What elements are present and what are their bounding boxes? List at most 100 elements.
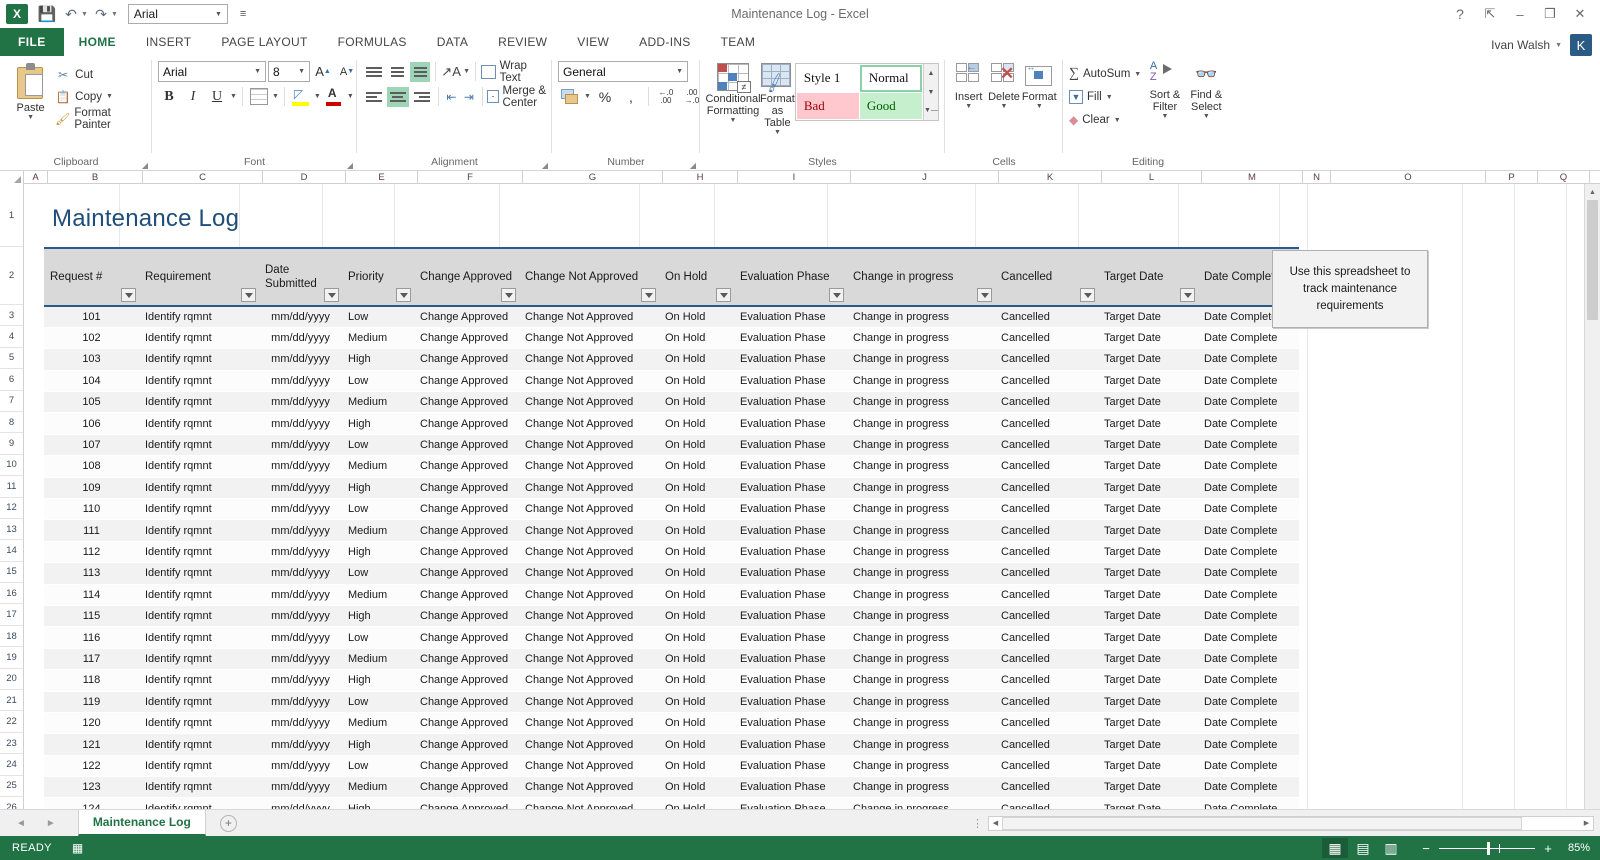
row-header-16[interactable]: 16 <box>0 583 23 604</box>
cell-on-hold[interactable]: On Hold <box>659 413 734 434</box>
page-layout-view-button[interactable]: ▤ <box>1350 838 1376 858</box>
cell-priority[interactable]: Medium <box>342 712 414 733</box>
cell-evaluation-phase[interactable]: Evaluation Phase <box>734 370 847 391</box>
horizontal-scroll-thumb[interactable] <box>1002 817 1522 830</box>
cell-priority[interactable]: High <box>342 541 414 562</box>
cut-button[interactable]: ✂ Cut <box>55 65 146 84</box>
vertical-scroll-thumb[interactable] <box>1587 200 1598 320</box>
cell-requirement[interactable]: Identify rqmnt <box>139 392 259 413</box>
cell-change-not-approved[interactable]: Change Not Approved <box>519 456 659 477</box>
cell-target-date[interactable]: Target Date <box>1098 798 1198 809</box>
cell-change-in-progress[interactable]: Change in progress <box>847 434 995 455</box>
table-row[interactable]: 104Identify rqmntmm/dd/yyyyLowChange App… <box>44 370 1299 391</box>
chevron-down-icon[interactable]: ▼ <box>106 93 113 100</box>
cell-change-not-approved[interactable]: Change Not Approved <box>519 413 659 434</box>
cell-request-id[interactable]: 102 <box>44 327 139 348</box>
cell-on-hold[interactable]: On Hold <box>659 755 734 776</box>
select-all-corner-button[interactable] <box>0 171 24 184</box>
underline-button[interactable]: U <box>206 86 228 107</box>
cell-date-submitted[interactable]: mm/dd/yyyy <box>259 499 342 520</box>
align-top-button[interactable] <box>363 62 385 82</box>
column-header-E[interactable]: E <box>346 171 418 184</box>
cell-change-not-approved[interactable]: Change Not Approved <box>519 349 659 370</box>
cell-target-date[interactable]: Target Date <box>1098 392 1198 413</box>
cell-style-good[interactable]: Good <box>860 93 922 120</box>
cell-change-in-progress[interactable]: Change in progress <box>847 563 995 584</box>
cell-date-submitted[interactable]: mm/dd/yyyy <box>259 670 342 691</box>
table-row[interactable]: 122Identify rqmntmm/dd/yyyyLowChange App… <box>44 755 1299 776</box>
number-dialog-launcher-icon[interactable]: ◢ <box>690 161 696 170</box>
align-left-button[interactable] <box>363 87 385 107</box>
zoom-out-button[interactable]: − <box>1420 841 1432 856</box>
fill-color-dropdown-icon[interactable]: ▼ <box>314 93 321 100</box>
cell-date-complete[interactable]: Date Complete <box>1198 541 1299 562</box>
cell-request-id[interactable]: 119 <box>44 691 139 712</box>
cell-priority[interactable]: Low <box>342 627 414 648</box>
macro-record-icon[interactable]: ▦ <box>72 841 83 855</box>
cell-on-hold[interactable]: On Hold <box>659 434 734 455</box>
cell-change-approved[interactable]: Change Approved <box>414 434 519 455</box>
filter-dropdown-button[interactable] <box>977 288 992 302</box>
column-header-P[interactable]: P <box>1486 171 1538 184</box>
cell-request-id[interactable]: 105 <box>44 392 139 413</box>
orientation-dropdown-icon[interactable]: ▼ <box>463 68 470 75</box>
cell-target-date[interactable]: Target Date <box>1098 755 1198 776</box>
cell-priority[interactable]: High <box>342 798 414 809</box>
cell-request-id[interactable]: 115 <box>44 605 139 626</box>
row-header-12[interactable]: 12 <box>0 498 23 519</box>
cell-on-hold[interactable]: On Hold <box>659 477 734 498</box>
cell-target-date[interactable]: Target Date <box>1098 499 1198 520</box>
row-header-18[interactable]: 18 <box>0 626 23 647</box>
conditional-formatting-button[interactable]: ≠ Conditional Formatting ▼ <box>706 61 760 124</box>
cell-priority[interactable]: Low <box>342 755 414 776</box>
restore-icon[interactable]: ❒ <box>1536 3 1564 25</box>
delete-cells-button[interactable]: ✕ Delete ▼ <box>986 61 1021 110</box>
cell-target-date[interactable]: Target Date <box>1098 691 1198 712</box>
cell-change-approved[interactable]: Change Approved <box>414 798 519 809</box>
cell-styles-gallery[interactable]: Style 1 Normal Bad Good ▲ ▼ ▼— <box>795 63 939 121</box>
cell-cancelled[interactable]: Cancelled <box>995 712 1098 733</box>
cell-priority[interactable]: High <box>342 413 414 434</box>
cell-evaluation-phase[interactable]: Evaluation Phase <box>734 798 847 809</box>
cell-request-id[interactable]: 103 <box>44 349 139 370</box>
undo-icon[interactable]: ↶ <box>60 3 82 25</box>
chevron-down-icon[interactable]: ▼ <box>298 68 305 75</box>
cell-evaluation-phase[interactable]: Evaluation Phase <box>734 520 847 541</box>
add-sheet-icon[interactable]: + <box>220 815 237 832</box>
cell-style-normal[interactable]: Normal <box>860 65 922 92</box>
row-header-14[interactable]: 14 <box>0 540 23 561</box>
cell-requirement[interactable]: Identify rqmnt <box>139 691 259 712</box>
cell-date-complete[interactable]: Date Complete <box>1198 755 1299 776</box>
fill-button[interactable]: ▼ Fill ▼ <box>1069 87 1144 107</box>
cell-on-hold[interactable]: On Hold <box>659 499 734 520</box>
cell-change-in-progress[interactable]: Change in progress <box>847 499 995 520</box>
table-row[interactable]: 106Identify rqmntmm/dd/yyyyHighChange Ap… <box>44 413 1299 434</box>
cell-evaluation-phase[interactable]: Evaluation Phase <box>734 670 847 691</box>
borders-dropdown-icon[interactable]: ▼ <box>272 93 279 100</box>
user-name[interactable]: Ivan Walsh <box>1491 38 1550 52</box>
cell-request-id[interactable]: 118 <box>44 670 139 691</box>
cell-requirement[interactable]: Identify rqmnt <box>139 563 259 584</box>
cell-date-submitted[interactable]: mm/dd/yyyy <box>259 541 342 562</box>
chevron-down-icon[interactable]: ▼ <box>1134 71 1141 78</box>
column-header-A[interactable]: A <box>24 171 48 184</box>
cell-change-in-progress[interactable]: Change in progress <box>847 541 995 562</box>
cell-on-hold[interactable]: On Hold <box>659 327 734 348</box>
accounting-dropdown-icon[interactable]: ▼ <box>584 93 591 100</box>
cell-on-hold[interactable]: On Hold <box>659 520 734 541</box>
cell-request-id[interactable]: 124 <box>44 798 139 809</box>
cell-change-not-approved[interactable]: Change Not Approved <box>519 798 659 809</box>
cell-requirement[interactable]: Identify rqmnt <box>139 541 259 562</box>
minimize-icon[interactable]: – <box>1506 3 1534 25</box>
table-row[interactable]: 123Identify rqmntmm/dd/yyyyMediumChange … <box>44 777 1299 798</box>
cell-change-in-progress[interactable]: Change in progress <box>847 584 995 605</box>
cell-request-id[interactable]: 109 <box>44 477 139 498</box>
cell-priority[interactable]: Medium <box>342 584 414 605</box>
cell-date-complete[interactable]: Date Complete <box>1198 499 1299 520</box>
cell-evaluation-phase[interactable]: Evaluation Phase <box>734 584 847 605</box>
chevron-down-icon[interactable]: ▼ <box>774 129 781 136</box>
cell-cancelled[interactable]: Cancelled <box>995 477 1098 498</box>
row-header-15[interactable]: 15 <box>0 562 23 583</box>
cell-on-hold[interactable]: On Hold <box>659 670 734 691</box>
cell-request-id[interactable]: 120 <box>44 712 139 733</box>
